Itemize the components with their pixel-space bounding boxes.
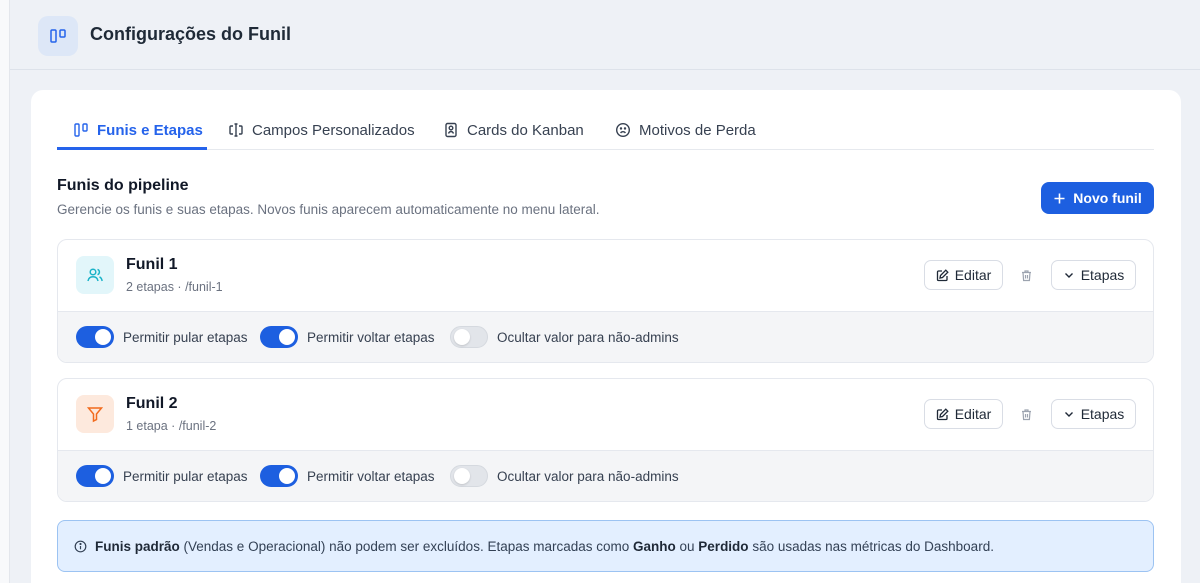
new-funnel-label: Novo funil (1073, 190, 1142, 206)
settings-card: Funis e Etapas Campos Personalizados Car… (31, 90, 1181, 583)
option-label: Permitir pular etapas (123, 329, 248, 345)
edit-label: Editar (954, 406, 992, 422)
tab-label: Cards do Kanban (467, 121, 584, 139)
page-title: Configurações do Funil (90, 24, 291, 44)
tab-label: Motivos de Perda (639, 121, 756, 139)
toggle-switch[interactable] (450, 326, 488, 348)
text-cursor-input-icon (229, 123, 243, 137)
stages-dropdown-button[interactable]: Etapas (1051, 260, 1136, 290)
edit-label: Editar (954, 267, 992, 283)
tab-label: Campos Personalizados (252, 121, 415, 139)
option-skip-stages: Permitir pular etapas (76, 465, 248, 487)
toggle-switch[interactable] (260, 326, 298, 348)
funnel-card-1: Funil 1 2 etapas · /funil-1 Editar Etapa… (57, 239, 1154, 363)
stages-dropdown-button[interactable]: Etapas (1051, 399, 1136, 429)
filter-icon (76, 395, 114, 433)
edit-icon (936, 407, 949, 420)
option-label: Ocultar valor para não-admins (497, 329, 679, 345)
option-label: Ocultar valor para não-admins (497, 468, 679, 484)
tab-campos-personalizados[interactable]: Campos Personalizados (228, 110, 415, 150)
option-go-back-stages: Permitir voltar etapas (260, 326, 435, 348)
funnel-name: Funil 1 (126, 256, 178, 273)
trash-icon[interactable] (1018, 406, 1034, 422)
sidebar-edge (0, 0, 10, 583)
option-label: Permitir voltar etapas (307, 329, 435, 345)
edit-button[interactable]: Editar (924, 260, 1003, 290)
edit-button[interactable]: Editar (924, 399, 1003, 429)
kanban-icon (38, 16, 78, 56)
option-hide-value: Ocultar valor para não-admins (450, 465, 679, 487)
trash-icon[interactable] (1018, 267, 1034, 283)
kanban-icon (74, 123, 88, 137)
funnel-meta: 2 etapas · /funil-1 (126, 280, 223, 294)
funnel-card-2: Funil 2 1 etapa · /funil-2 Editar Etapas… (57, 378, 1154, 502)
notice-text: Funis padrão (Vendas e Operacional) não … (95, 538, 994, 554)
id-card-icon (445, 122, 457, 138)
tab-cards-kanban[interactable]: Cards do Kanban (443, 110, 584, 150)
stages-label: Etapas (1080, 267, 1125, 283)
option-label: Permitir voltar etapas (307, 468, 435, 484)
chevron-down-icon (1064, 412, 1073, 417)
toggle-switch[interactable] (450, 465, 488, 487)
option-go-back-stages: Permitir voltar etapas (260, 465, 435, 487)
chevron-down-icon (1064, 273, 1073, 278)
info-notice: Funis padrão (Vendas e Operacional) não … (57, 520, 1154, 572)
new-funnel-button[interactable]: Novo funil (1041, 182, 1154, 214)
funnel-name: Funil 2 (126, 395, 178, 412)
funnel-meta: 1 etapa · /funil-2 (126, 419, 217, 433)
option-skip-stages: Permitir pular etapas (76, 326, 248, 348)
active-tab-indicator (57, 147, 207, 150)
tab-label: Funis e Etapas (97, 121, 203, 139)
toggle-switch[interactable] (260, 465, 298, 487)
toggle-switch[interactable] (76, 465, 114, 487)
tab-motivos-perda[interactable]: Motivos de Perda (615, 110, 756, 150)
edit-icon (936, 268, 949, 281)
option-label: Permitir pular etapas (123, 468, 248, 484)
frown-icon (615, 122, 631, 138)
funnel-options: Permitir pular etapas Permitir voltar et… (58, 311, 1153, 362)
stages-label: Etapas (1080, 406, 1125, 422)
tab-bar: Funis e Etapas Campos Personalizados Car… (57, 110, 1154, 150)
plus-icon (1054, 193, 1065, 203)
funnel-options: Permitir pular etapas Permitir voltar et… (58, 450, 1153, 501)
section-title: Funis do pipeline (57, 177, 189, 194)
page-header: Configurações do Funil (10, 0, 1200, 70)
option-hide-value: Ocultar valor para não-admins (450, 326, 679, 348)
section-subtitle: Gerencie os funis e suas etapas. Novos f… (57, 202, 600, 217)
users-icon (76, 256, 114, 294)
info-icon (74, 540, 87, 552)
toggle-switch[interactable] (76, 326, 114, 348)
tab-funis-etapas[interactable]: Funis e Etapas (73, 110, 203, 150)
